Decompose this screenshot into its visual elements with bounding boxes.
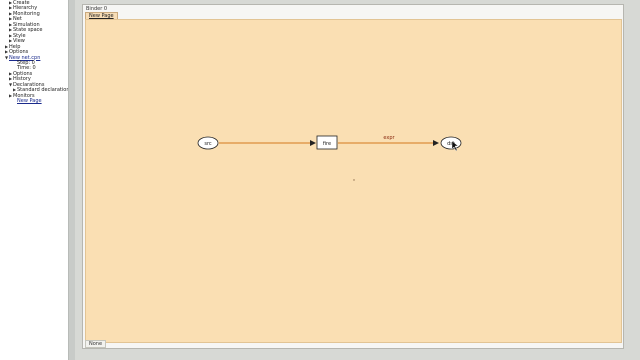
place-src-label: src	[204, 141, 212, 147]
binder-status: None	[85, 340, 107, 348]
net-canvas[interactable]: src fire dst expr	[85, 19, 622, 343]
binder-tabs: New Page	[85, 12, 118, 19]
canvas-dot	[353, 179, 355, 181]
transition-fire-label: fire	[323, 141, 331, 147]
index-item[interactable]: New Page	[13, 98, 42, 104]
sidebar-divider[interactable]	[68, 0, 75, 360]
binder-window: Binder 0 New Page src fire dst expr None	[82, 4, 624, 349]
arc-label[interactable]: expr	[383, 135, 395, 141]
index-panel: ▶Create ▶Hierarchy ▶Monitoring ▶Net ▶Simulat…	[0, 0, 72, 360]
tab-new-page[interactable]: New Page	[85, 12, 118, 19]
net-diagram[interactable]: src fire dst expr	[86, 20, 621, 342]
index-item-label: New Page	[17, 98, 42, 105]
